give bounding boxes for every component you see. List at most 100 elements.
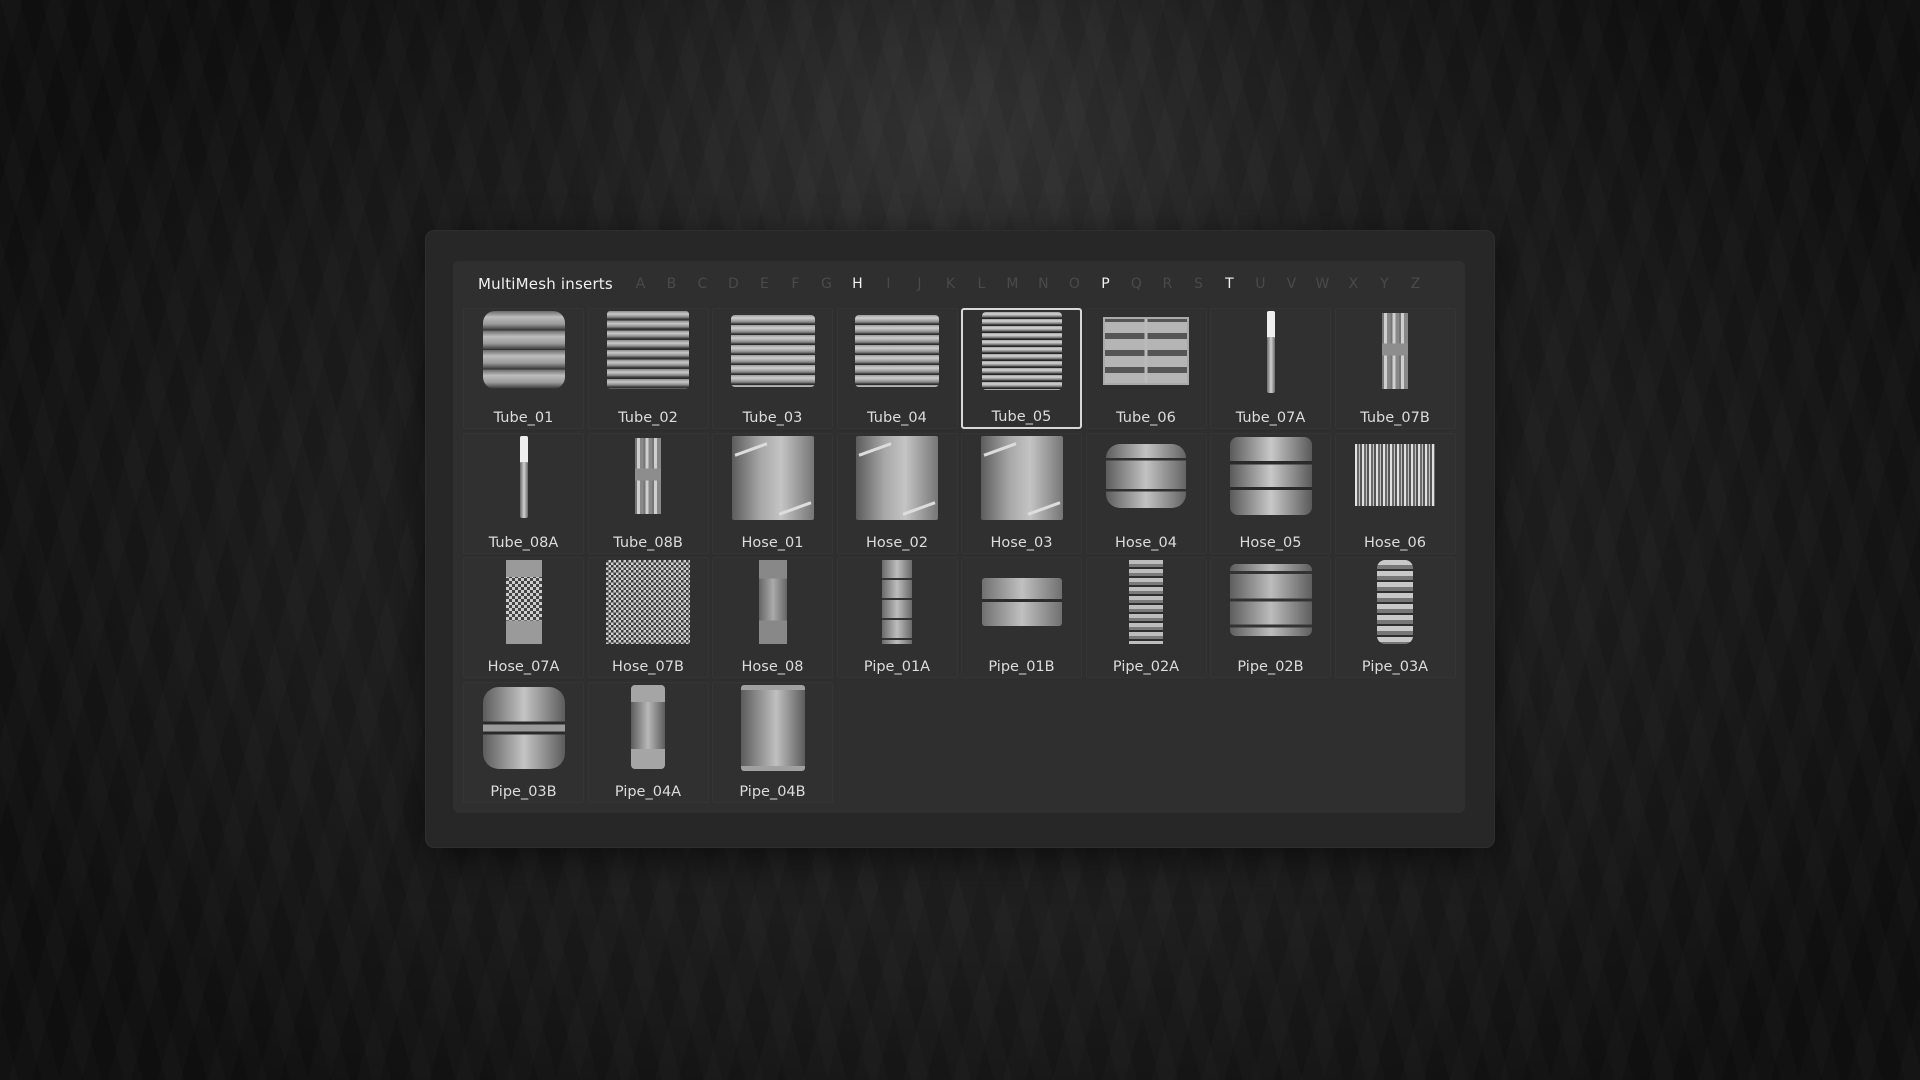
alphabet-letter-d[interactable]: D xyxy=(718,276,749,292)
mesh-thumbnail-icon xyxy=(631,684,665,769)
insert-tile-tube-02[interactable]: Tube_02 xyxy=(587,308,709,429)
insert-tile-pipe-03b[interactable]: Pipe_03B xyxy=(463,681,584,803)
insert-tile-hose-05[interactable]: Hose_05 xyxy=(1210,432,1331,554)
alphabet-letter-s[interactable]: S xyxy=(1183,276,1214,292)
insert-tile-pipe-01b[interactable]: Pipe_01B xyxy=(961,557,1082,678)
insert-label: Pipe_04A xyxy=(614,783,682,800)
insert-label: Pipe_03B xyxy=(490,783,557,800)
insert-tile-hose-01[interactable]: Hose_01 xyxy=(712,432,833,554)
alphabet-letter-p[interactable]: P xyxy=(1090,276,1121,292)
mesh-thumbnail-icon xyxy=(980,435,1063,520)
insert-grid: Tube_01 Tube_02 Tube_03 Tube_04 Tube_05 Tube_… xyxy=(463,308,1456,803)
alphabet-letter-x[interactable]: X xyxy=(1338,276,1369,292)
mesh-thumbnail-icon xyxy=(981,312,1062,390)
multimesh-panel-body: MultiMesh inserts ABCDEFGHIJKLMNOPQRSTUV… xyxy=(453,261,1465,813)
alphabet-letter-c[interactable]: C xyxy=(687,276,718,292)
mesh-thumbnail-icon xyxy=(855,315,939,387)
alphabet-letter-b[interactable]: B xyxy=(656,276,687,292)
mesh-thumbnail-icon xyxy=(882,560,912,644)
mesh-thumbnail-icon xyxy=(482,686,565,769)
insert-tile-tube-01[interactable]: Tube_01 xyxy=(463,308,584,429)
alphabet-letter-o[interactable]: O xyxy=(1059,276,1090,292)
insert-label: Tube_03 xyxy=(742,410,803,426)
insert-tile-tube-04[interactable]: Tube_04 xyxy=(836,308,958,429)
mesh-thumbnail-icon xyxy=(505,560,542,644)
mesh-thumbnail-icon xyxy=(1355,443,1435,506)
insert-tile-pipe-02b[interactable]: Pipe_02B xyxy=(1210,557,1331,678)
mesh-thumbnail-icon xyxy=(981,578,1062,626)
mesh-thumbnail-icon xyxy=(1266,311,1275,393)
insert-label: Hose_07A xyxy=(487,659,560,675)
mesh-thumbnail-icon xyxy=(730,315,815,387)
insert-label: Hose_05 xyxy=(1239,534,1302,551)
insert-tile-tube-05[interactable]: Tube_05 xyxy=(961,308,1082,429)
insert-tile-tube-06[interactable]: Tube_06 xyxy=(1085,308,1207,429)
insert-tile-hose-04[interactable]: Hose_04 xyxy=(1085,432,1207,554)
insert-tile-pipe-02a[interactable]: Pipe_02A xyxy=(1085,557,1207,678)
insert-label: Pipe_02B xyxy=(1237,659,1304,675)
alphabet-letter-e[interactable]: E xyxy=(749,276,780,292)
alphabet-letter-f[interactable]: F xyxy=(780,276,811,292)
alphabet-letter-r[interactable]: R xyxy=(1152,276,1183,292)
alphabet-letter-a[interactable]: A xyxy=(625,276,656,292)
insert-tile-tube-08b[interactable]: Tube_08B xyxy=(587,432,709,554)
alphabet-letter-u[interactable]: U xyxy=(1245,276,1276,292)
mesh-thumbnail-icon xyxy=(635,437,661,514)
insert-tile-hose-03[interactable]: Hose_03 xyxy=(961,432,1082,554)
alphabet-letter-n[interactable]: N xyxy=(1028,276,1059,292)
alphabet-letter-i[interactable]: I xyxy=(873,276,904,292)
insert-label: Hose_07B xyxy=(612,659,684,675)
insert-tile-tube-07b[interactable]: Tube_07B xyxy=(1334,308,1456,429)
alphabet-letter-q[interactable]: Q xyxy=(1121,276,1152,292)
mesh-thumbnail-icon xyxy=(1229,436,1312,515)
mesh-thumbnail-icon xyxy=(607,311,689,389)
insert-tile-hose-07a[interactable]: Hose_07A xyxy=(463,557,584,678)
insert-label: Tube_02 xyxy=(618,410,678,426)
insert-tile-hose-07b[interactable]: Hose_07B xyxy=(587,557,709,678)
insert-tile-tube-07a[interactable]: Tube_07A xyxy=(1210,308,1331,429)
panel-header: MultiMesh inserts ABCDEFGHIJKLMNOPQRSTUV… xyxy=(453,261,1465,307)
alphabet-letter-w[interactable]: W xyxy=(1307,276,1338,292)
alphabet-letter-k[interactable]: K xyxy=(935,276,966,292)
insert-tile-hose-02[interactable]: Hose_02 xyxy=(836,432,958,554)
mesh-thumbnail-icon xyxy=(1229,564,1312,636)
mesh-thumbnail-icon xyxy=(482,311,565,389)
insert-tile-pipe-04a[interactable]: Pipe_04A xyxy=(587,681,709,803)
insert-label: Hose_02 xyxy=(866,534,928,551)
insert-label: Hose_01 xyxy=(741,534,804,551)
insert-label: Tube_07B xyxy=(1360,410,1430,426)
insert-label: Pipe_01B xyxy=(988,659,1055,675)
alphabet-letter-m[interactable]: M xyxy=(997,276,1028,292)
insert-label: Tube_06 xyxy=(1116,410,1176,426)
insert-label: Pipe_01A xyxy=(863,659,931,675)
alphabet-letter-z[interactable]: Z xyxy=(1400,276,1431,292)
alphabet-letter-g[interactable]: G xyxy=(811,276,842,292)
mesh-thumbnail-icon xyxy=(731,435,814,520)
alphabet-letter-h[interactable]: H xyxy=(842,276,873,292)
alphabet-letter-y[interactable]: Y xyxy=(1369,276,1400,292)
insert-label: Hose_03 xyxy=(990,534,1053,551)
insert-tile-pipe-03a[interactable]: Pipe_03A xyxy=(1334,557,1456,678)
insert-tile-hose-08[interactable]: Hose_08 xyxy=(712,557,833,678)
mesh-thumbnail-icon xyxy=(1382,313,1408,389)
alphabet-filter: ABCDEFGHIJKLMNOPQRSTUVWXYZ xyxy=(625,276,1431,292)
insert-tile-tube-08a[interactable]: Tube_08A xyxy=(463,432,584,554)
insert-tile-pipe-04b[interactable]: Pipe_04B xyxy=(712,681,833,803)
alphabet-letter-j[interactable]: J xyxy=(904,276,935,292)
alphabet-letter-t[interactable]: T xyxy=(1214,276,1245,292)
insert-tile-pipe-01a[interactable]: Pipe_01A xyxy=(836,557,958,678)
mesh-thumbnail-icon xyxy=(740,684,805,771)
insert-tile-tube-03[interactable]: Tube_03 xyxy=(712,308,833,429)
mesh-thumbnail-icon xyxy=(606,560,690,644)
insert-label: Hose_08 xyxy=(741,659,804,675)
mesh-thumbnail-icon xyxy=(856,435,938,520)
multimesh-panel: MultiMesh inserts ABCDEFGHIJKLMNOPQRSTUV… xyxy=(426,231,1494,847)
insert-label: Hose_06 xyxy=(1364,534,1426,551)
mesh-thumbnail-icon xyxy=(1106,443,1186,508)
alphabet-letter-v[interactable]: V xyxy=(1276,276,1307,292)
insert-label: Tube_04 xyxy=(867,410,927,426)
alphabet-letter-l[interactable]: L xyxy=(966,276,997,292)
insert-label: Hose_04 xyxy=(1115,534,1177,551)
insert-tile-hose-06[interactable]: Hose_06 xyxy=(1334,432,1456,554)
mesh-thumbnail-icon xyxy=(519,435,528,518)
